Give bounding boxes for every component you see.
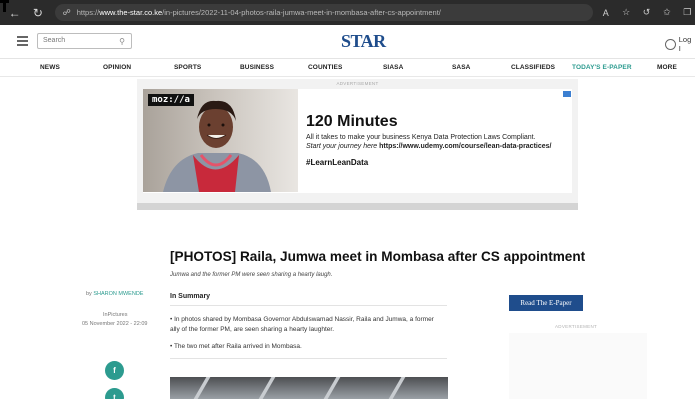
read-epaper-button[interactable]: Read The E-Paper — [509, 295, 583, 311]
refresh-icon[interactable]: ↻ — [29, 4, 46, 22]
nav-item-news[interactable]: NEWS — [40, 64, 60, 71]
facebook-glyph: f — [113, 366, 116, 375]
search-placeholder: Search — [43, 37, 66, 44]
ad-bottom-bar — [137, 203, 578, 210]
hamburger-menu-icon[interactable] — [17, 36, 28, 46]
twitter-glyph: t — [113, 393, 116, 399]
nav-item-business[interactable]: BUSINESS — [240, 64, 274, 71]
section-nav: NEWS OPINION SPORTS BUSINESS COUNTIES SI… — [0, 59, 695, 77]
nav-item-classifieds[interactable]: CLASSIFIEDS — [511, 64, 555, 71]
article-headline: [PHOTOS] Raila, Jumwa meet in Mombasa af… — [170, 249, 586, 264]
ad-title: 120 Minutes — [306, 113, 398, 130]
login-link[interactable]: Log I — [665, 35, 695, 53]
nav-item-counties[interactable]: COUNTIES — [308, 64, 342, 71]
author-link[interactable]: SHARON MWENDE — [93, 291, 143, 297]
user-icon — [665, 38, 676, 50]
nav-item-sasa[interactable]: SASA — [452, 64, 470, 71]
search-icon[interactable]: ⚲ — [119, 35, 125, 49]
ad-text-line-2: Start your journey here https://www.udem… — [306, 143, 551, 150]
nav-item-opinion[interactable]: OPINION — [103, 64, 131, 71]
lock-icon: ☍ — [62, 8, 71, 17]
nav-item-siasa[interactable]: SIASA — [383, 64, 403, 71]
article-category[interactable]: InPictures — [103, 312, 127, 318]
ad-text-line-2-prefix: Start your journey here — [306, 143, 380, 150]
address-bar[interactable]: ☍ https://www.the-star.co.ke/in-pictures… — [54, 4, 594, 21]
rail-ad-label: ADVERTISEMENT — [555, 324, 598, 329]
photo-detail — [258, 377, 276, 399]
photo-detail — [388, 377, 406, 399]
nav-item-more[interactable]: MORE — [657, 64, 677, 71]
browser-toolbar: ← ↻ ☍ https://www.the-star.co.ke/in-pict… — [0, 0, 695, 25]
summary-bullet: • The two met after Raila arrived in Mom… — [170, 343, 302, 350]
article-subhead: Jumwa and the former PM were seen sharin… — [170, 272, 333, 278]
url-path: /in-pictures/2022-11-04-photos-raila-jum… — [162, 8, 441, 17]
ad-link[interactable]: https://www.udemy.com/course/lean-data-p… — [379, 143, 551, 150]
ad-choices-icon[interactable] — [563, 91, 571, 97]
refresh-ext-icon[interactable]: ↺ — [639, 5, 654, 21]
collections-icon[interactable]: ❐ — [680, 5, 695, 21]
byline: by SHARON MWENDE — [86, 291, 143, 297]
cursor-mark-stem — [3, 0, 6, 12]
ad-label: ADVERTISEMENT — [336, 81, 379, 86]
article-date: 05 November 2022 - 22:09 — [82, 321, 148, 327]
site-header: Search ⚲ STAR Log I — [0, 25, 695, 59]
summary-divider-bottom — [170, 358, 447, 359]
ad-text-line-1: All it takes to make your business Kenya… — [306, 134, 536, 141]
article-photo — [170, 377, 448, 399]
favorite-icon[interactable]: ☆ — [618, 5, 633, 21]
twitter-share-icon[interactable]: t — [105, 388, 124, 399]
search-input[interactable]: Search ⚲ — [37, 33, 132, 49]
photo-detail — [193, 377, 211, 399]
ad-creative[interactable]: moz://a 120 Minutes All it takes to make… — [143, 89, 572, 193]
ad-brand-logo: moz://a — [148, 94, 194, 106]
url-prefix: https:// — [76, 8, 100, 17]
read-aloud-icon[interactable]: A — [598, 5, 613, 21]
ad-hashtag: #LearnLeanData — [306, 158, 369, 167]
ad-photo: moz://a — [143, 89, 298, 192]
favorites-icon[interactable]: ✩ — [659, 5, 674, 21]
nav-item-sports[interactable]: SPORTS — [174, 64, 201, 71]
back-icon[interactable]: ← — [6, 4, 23, 22]
ad-banner: ADVERTISEMENT moz://a 120 Minutes All it… — [137, 79, 578, 210]
summary-heading: In Summary — [170, 293, 211, 300]
login-label: Log I — [678, 35, 692, 53]
facebook-share-icon[interactable]: f — [105, 361, 124, 380]
nav-item-epaper[interactable]: TODAY'S E-PAPER — [572, 64, 632, 71]
photo-detail — [323, 377, 341, 399]
summary-bullet: • In photos shared by Mombasa Governor A… — [170, 316, 434, 333]
rail-ad-slot — [509, 333, 647, 399]
url-host: www.the-star.co.ke — [99, 8, 163, 17]
site-logo[interactable]: STAR — [341, 31, 386, 52]
summary-divider-top — [170, 305, 447, 306]
